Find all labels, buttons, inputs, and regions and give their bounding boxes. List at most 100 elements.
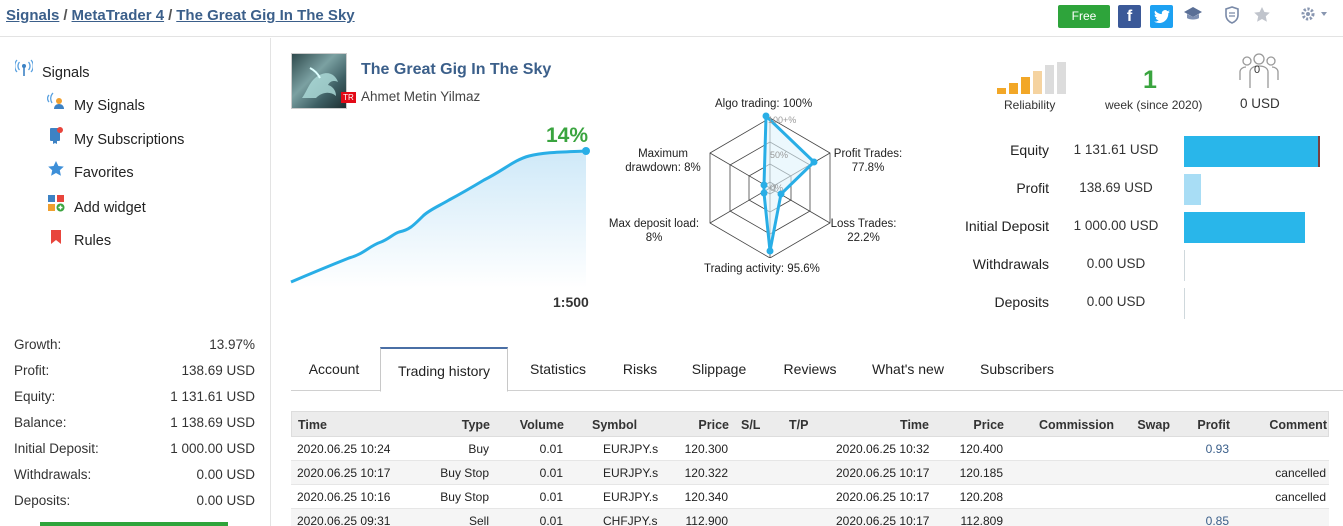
antenna-icon xyxy=(14,59,34,84)
cell-col-close-price: 120.400 xyxy=(959,442,1003,456)
cell-col-profit: 0.85 xyxy=(1205,514,1229,526)
cell-col-type: Buy xyxy=(468,442,489,456)
star-icon xyxy=(46,160,66,184)
growth-chart-area xyxy=(291,151,586,288)
sidebar-item-add-widget[interactable]: Add widget xyxy=(46,194,146,218)
stat-growth: Growth: 13.97% xyxy=(14,332,255,358)
metric-value: 0.00 USD xyxy=(1086,294,1146,309)
subscribe-button[interactable] xyxy=(40,522,228,526)
graduation-cap-icon[interactable] xyxy=(1182,6,1204,28)
signal-stats-list: Growth: 13.97% Profit: 138.69 USD Equity: 1… xyxy=(14,332,255,514)
cell-col-time: 2020.06.25 10:16 xyxy=(297,490,391,504)
header-col-type[interactable]: Type xyxy=(432,412,490,438)
header-col-commission[interactable]: Commission xyxy=(1037,412,1114,438)
tab-subscribers[interactable]: Subscribers xyxy=(967,347,1067,391)
breadcrumb-separator: / xyxy=(63,7,68,24)
top-bar: Signals / MetaTrader 4/The Great Gig In Th… xyxy=(0,0,1343,37)
radar-point-profit xyxy=(810,158,818,166)
stat-balance: Balance: 1 138.69 USD xyxy=(14,410,255,436)
cell-col-price: 112.900 xyxy=(685,514,729,526)
stat-label: Profit: xyxy=(14,363,50,378)
breadcrumb-signal-link[interactable]: The Great Gig In The Sky xyxy=(176,7,354,24)
radar-label-text: Loss Trades: xyxy=(830,218,897,230)
stat-value: 1 131.61 USD xyxy=(170,389,255,404)
header-col-profit[interactable]: Profit xyxy=(1188,412,1230,438)
signal-title[interactable]: The Great Gig In The Sky xyxy=(361,61,551,79)
cell-col-close-time: 2020.06.25 10:17 xyxy=(836,466,930,480)
sidebar-item-signals[interactable]: Signals xyxy=(14,59,90,83)
cell-col-volume: 0.01 xyxy=(539,466,563,480)
stat-value: 0.00 USD xyxy=(196,493,255,508)
user-signal-icon xyxy=(46,92,66,117)
radar-label-value: 22.2% xyxy=(847,232,880,244)
header-col-volume[interactable]: Volume xyxy=(514,412,564,438)
country-flag-icon: TR xyxy=(341,92,356,103)
stat-label: Deposits: xyxy=(14,493,71,508)
metric-value: 1 000.00 USD xyxy=(1073,218,1159,233)
radar-label-loss-trades: Loss Trades: 22.2% xyxy=(826,217,901,245)
radar-label-profit-trades: Profit Trades: 77.8% xyxy=(828,147,908,175)
cell-col-close-price: 112.809 xyxy=(960,514,1004,526)
stat-withdrawals: Withdrawals: 0.00 USD xyxy=(14,462,255,488)
tab-slippage[interactable]: Slippage xyxy=(681,347,757,391)
weeks-count: 1 xyxy=(1143,66,1157,94)
settings-gear-icon[interactable] xyxy=(1297,6,1331,28)
cell-col-price: 120.322 xyxy=(684,466,728,480)
tab-bar: Account Trading history Statistics Risks… xyxy=(291,347,1343,392)
radar-label-value: 8% xyxy=(645,232,663,244)
metric-label: Initial Deposit xyxy=(964,218,1049,234)
header-col-close-price[interactable]: Price xyxy=(954,412,1004,438)
header-col-tp[interactable]: T/P xyxy=(789,412,814,438)
metric-value: 0.00 USD xyxy=(1086,256,1146,271)
cell-col-profit: 0.93 xyxy=(1205,442,1229,456)
tab-statistics[interactable]: Statistics xyxy=(513,347,603,391)
table-row[interactable]: 2020.06.25 09:31 Sell 0.01 CHFJPY.s 112.900 2… xyxy=(291,509,1329,526)
stat-label: Withdrawals: xyxy=(14,467,92,482)
growth-chart xyxy=(290,147,590,288)
tab-risks[interactable]: Risks xyxy=(609,347,671,391)
reliability-label: Reliability xyxy=(1004,98,1056,112)
breadcrumb-signals-link[interactable]: Signals xyxy=(6,7,59,24)
metric-label: Profit xyxy=(1016,180,1049,196)
sidebar-item-my-signals[interactable]: My Signals xyxy=(46,92,145,116)
header-col-swap[interactable]: Swap xyxy=(1132,412,1170,438)
radar-label-drawdown: Maximum drawdown: 8% xyxy=(622,147,704,175)
header-col-sl[interactable]: S/L xyxy=(741,412,766,438)
header-col-time[interactable]: Time xyxy=(298,412,398,438)
metric-value: 138.69 USD xyxy=(1079,180,1153,195)
stat-label: Balance: xyxy=(14,415,67,430)
table-row[interactable]: 2020.06.25 10:16 Buy Stop 0.01 EURJPY.s 120.… xyxy=(291,485,1329,509)
header-col-symbol[interactable]: Symbol xyxy=(592,412,654,438)
cell-col-close-price: 120.208 xyxy=(959,490,1003,504)
breadcrumb-metatrader-link[interactable]: MetaTrader 4 xyxy=(72,7,165,24)
metric-label: Withdrawals xyxy=(972,256,1049,272)
sidebar-item-favorites[interactable]: Favorites xyxy=(46,160,134,184)
header-col-price[interactable]: Price xyxy=(682,412,729,438)
sidebar-item-label: Signals xyxy=(42,65,90,81)
stat-value: 0.00 USD xyxy=(196,467,255,482)
cell-col-comment: cancelled xyxy=(1275,466,1326,480)
stat-label: Growth: xyxy=(14,337,62,352)
signal-author[interactable]: Ahmet Metin Yilmaz xyxy=(361,89,480,104)
shield-icon[interactable] xyxy=(1221,6,1243,28)
table-row[interactable]: 2020.06.25 10:24 Buy 0.01 EURJPY.s 120.300 20… xyxy=(291,437,1329,461)
tab-trading-history[interactable]: Trading history xyxy=(380,347,508,392)
stat-deposits: Deposits: 0.00 USD xyxy=(14,488,255,514)
header-col-close-time[interactable]: Time xyxy=(862,412,929,438)
tab-whats-new[interactable]: What's new xyxy=(861,347,955,391)
tab-reviews[interactable]: Reviews xyxy=(771,347,849,391)
metric-bar xyxy=(1184,174,1201,205)
free-button[interactable]: Free xyxy=(1058,5,1110,28)
sidebar-item-rules[interactable]: Rules xyxy=(46,228,111,252)
table-row[interactable]: 2020.06.25 10:17 Buy Stop 0.01 EURJPY.s 120.… xyxy=(291,461,1329,485)
stat-profit: Profit: 138.69 USD xyxy=(14,358,255,384)
metric-label: Deposits xyxy=(994,294,1049,310)
facebook-icon[interactable]: f xyxy=(1118,5,1141,28)
twitter-icon[interactable] xyxy=(1150,5,1173,28)
star-icon[interactable] xyxy=(1251,6,1273,28)
sidebar-item-my-subscriptions[interactable]: My Subscriptions xyxy=(46,126,184,150)
tab-account[interactable]: Account xyxy=(291,347,377,391)
header-col-comment[interactable]: Comment xyxy=(1252,412,1327,438)
breadcrumb: Signals / MetaTrader 4/The Great Gig In Th… xyxy=(6,7,355,24)
signal-avatar[interactable] xyxy=(291,53,347,109)
